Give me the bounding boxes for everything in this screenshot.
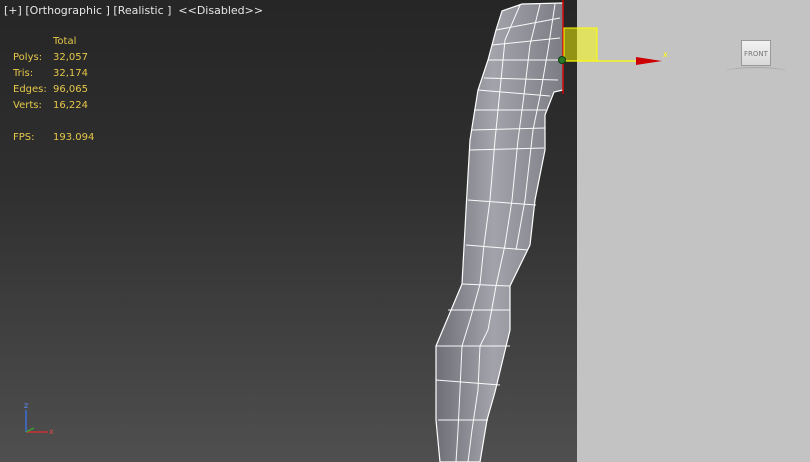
gizmo-x-label: x xyxy=(663,50,668,59)
gizmo-pivot-icon[interactable] xyxy=(558,56,566,64)
viewcube-compass-ring[interactable] xyxy=(726,67,786,76)
gizmo-xy-plane-handle[interactable] xyxy=(563,27,598,62)
viewcube-front-face[interactable]: FRONT xyxy=(741,40,771,66)
gizmo-x-arrow-icon[interactable] xyxy=(636,57,662,65)
move-gizmo[interactable]: x xyxy=(0,0,810,462)
